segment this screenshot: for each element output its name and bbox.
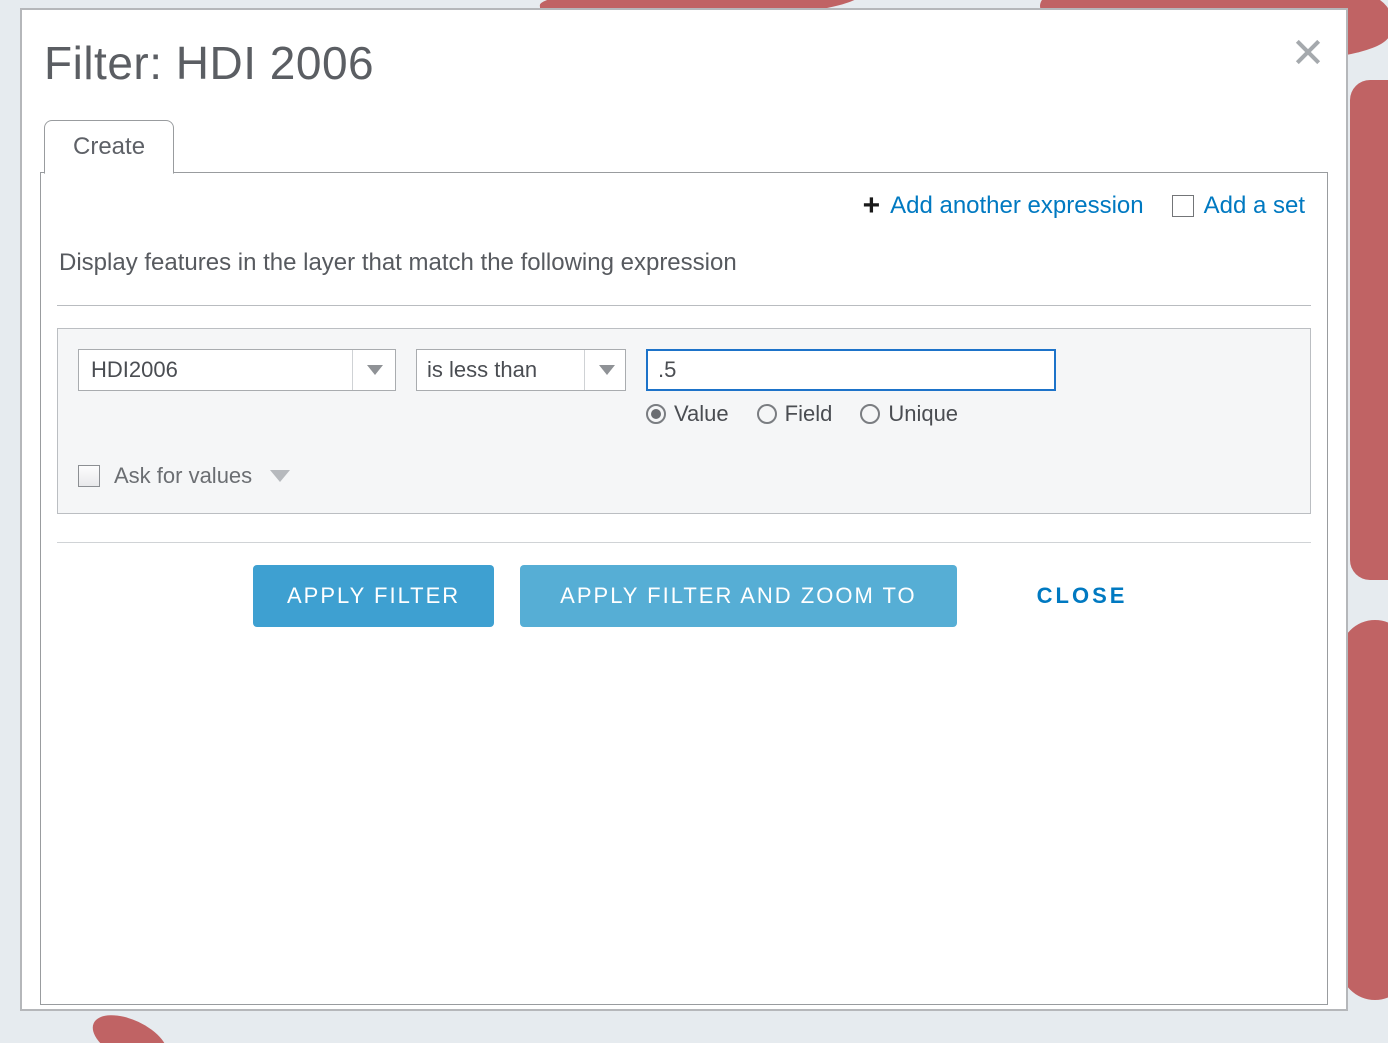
add-expression-link[interactable]: + Add another expression	[863, 191, 1144, 221]
operator-select[interactable]: is less than	[416, 349, 626, 391]
value-type-unique[interactable]: Unique	[860, 401, 958, 427]
apply-filter-zoom-button[interactable]: APPLY FILTER AND ZOOM TO	[520, 565, 956, 627]
radio-icon	[860, 404, 880, 424]
value-type-value[interactable]: Value	[646, 401, 729, 427]
plus-icon: +	[863, 191, 881, 221]
tab-bar: Create	[40, 118, 1328, 173]
divider	[57, 542, 1311, 543]
close-button[interactable]: CLOSE	[983, 583, 1128, 609]
chevron-down-icon	[599, 365, 615, 375]
expression-card: HDI2006 is less than	[57, 328, 1311, 514]
radio-label: Field	[785, 401, 833, 427]
square-icon	[1172, 195, 1194, 217]
add-set-link[interactable]: Add a set	[1172, 192, 1305, 220]
apply-filter-button[interactable]: APPLY FILTER	[253, 565, 494, 627]
dialog-title: Filter: HDI 2006	[44, 36, 374, 90]
tab-create[interactable]: Create	[44, 120, 174, 174]
value-type-field[interactable]: Field	[757, 401, 833, 427]
radio-icon	[757, 404, 777, 424]
add-set-label: Add a set	[1204, 192, 1305, 220]
close-icon[interactable]	[1292, 36, 1324, 68]
value-field-group: Value Field Unique	[646, 349, 1056, 427]
ask-for-values-checkbox[interactable]	[78, 465, 100, 487]
divider	[57, 305, 1311, 306]
radio-label: Unique	[888, 401, 958, 427]
operator-select-value: is less than	[427, 357, 572, 383]
radio-icon	[646, 404, 666, 424]
expression-actions: + Add another expression Add a set	[57, 187, 1311, 235]
instruction-text: Display features in the layer that match…	[57, 235, 1311, 295]
action-buttons: APPLY FILTER APPLY FILTER AND ZOOM TO CL…	[57, 565, 1311, 627]
add-expression-label: Add another expression	[890, 192, 1144, 220]
field-select[interactable]: HDI2006	[78, 349, 396, 391]
ask-for-values-label: Ask for values	[114, 463, 252, 489]
field-select-value: HDI2006	[91, 357, 340, 383]
create-panel: + Add another expression Add a set Displ…	[40, 173, 1328, 1005]
value-input[interactable]	[646, 349, 1056, 391]
chevron-down-icon[interactable]	[270, 470, 290, 482]
radio-label: Value	[674, 401, 729, 427]
tab-label: Create	[73, 133, 145, 160]
filter-dialog: Filter: HDI 2006 Create + Add another ex…	[20, 8, 1348, 1011]
chevron-down-icon	[367, 365, 383, 375]
